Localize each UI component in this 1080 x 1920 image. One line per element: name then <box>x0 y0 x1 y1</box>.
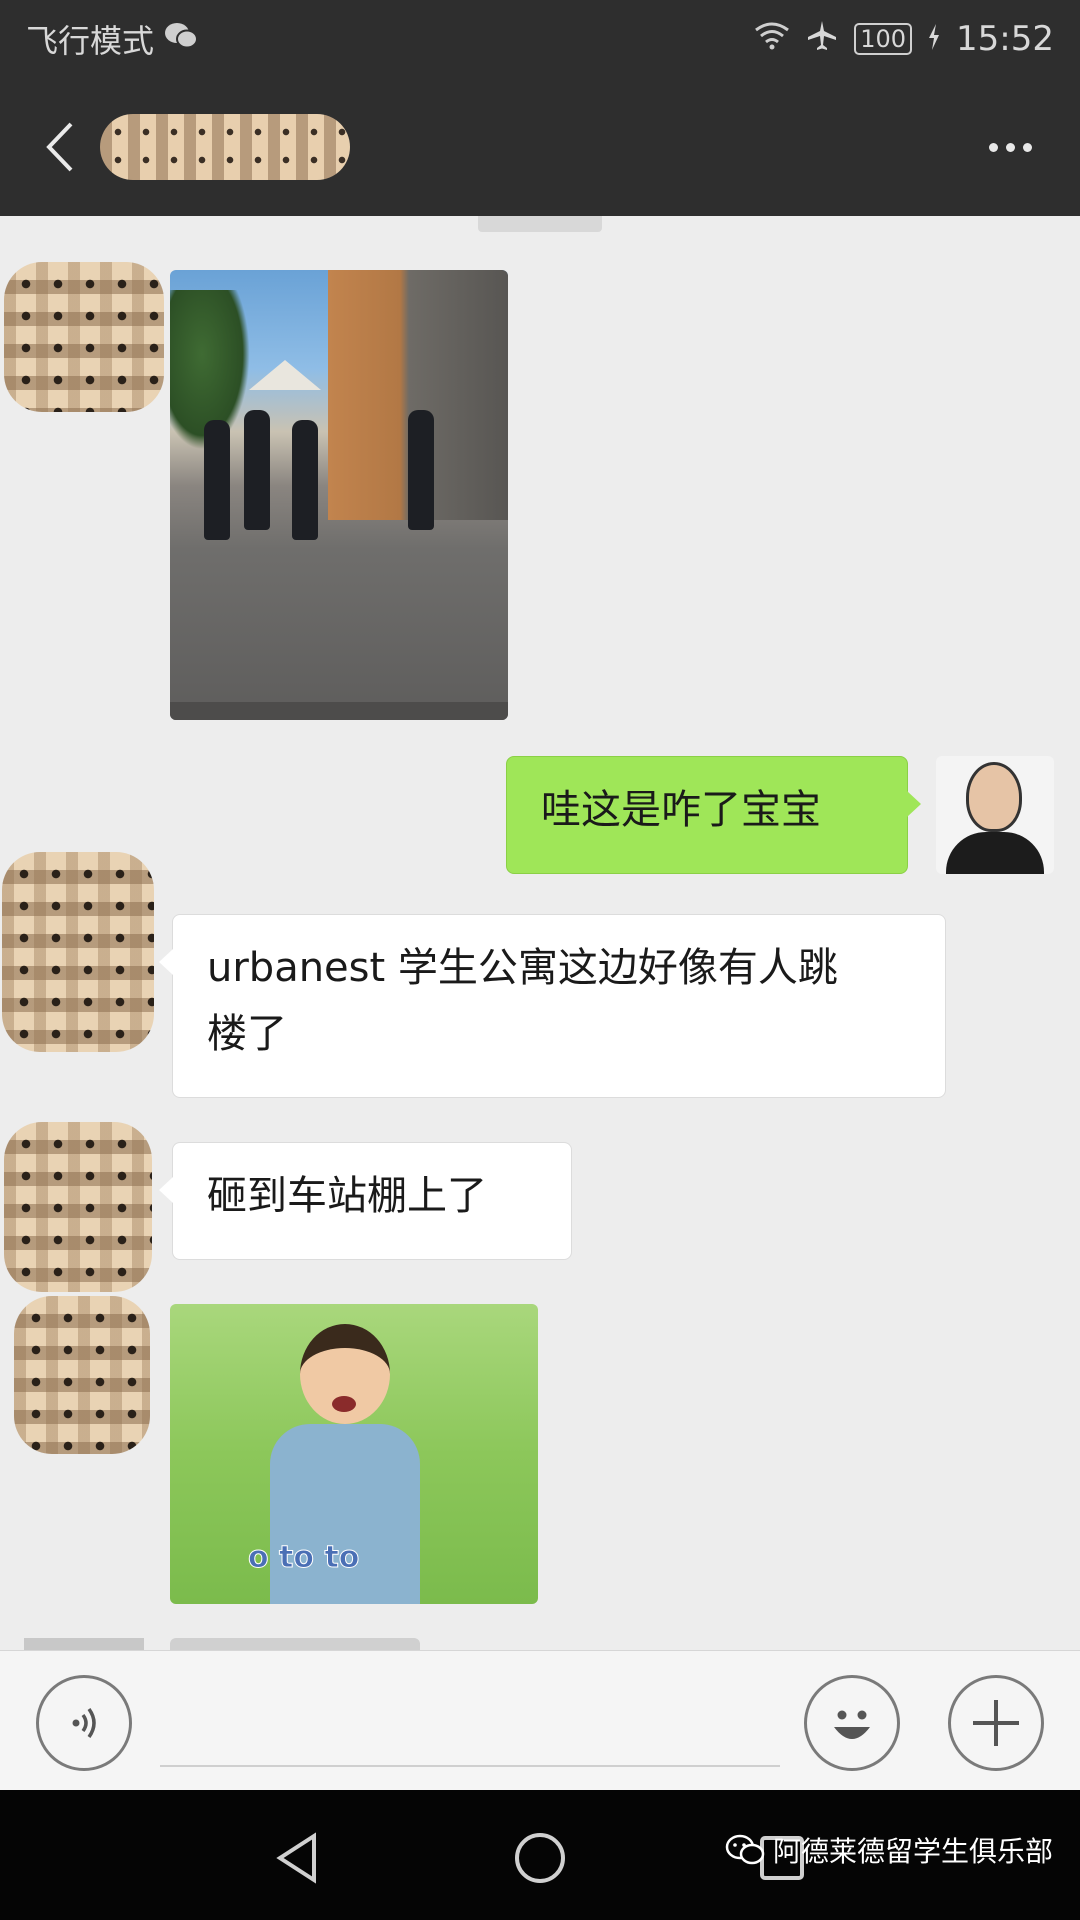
message-text: 哇这是咋了宝宝 <box>541 787 821 833</box>
avatar-me[interactable] <box>936 756 1054 874</box>
avatar-other[interactable] <box>4 262 164 412</box>
message-bubble-other[interactable]: urbanest 学生公寓这边好像有人跳 楼了 <box>159 914 946 1098</box>
sticker-kid-mouth <box>332 1396 356 1412</box>
avatar-other[interactable] <box>4 1122 152 1292</box>
emoji-icon <box>834 1710 870 1739</box>
charging-icon <box>928 20 940 58</box>
photo-officer <box>292 420 318 540</box>
photo-officer <box>244 410 270 530</box>
message-text: 砸到车站棚上了 <box>207 1173 487 1219</box>
sticker-kid-body <box>270 1424 420 1604</box>
more-dot-icon <box>988 142 998 152</box>
title-bar <box>0 78 1080 216</box>
airplane-mode-label: 飞行模式 <box>26 22 155 60</box>
more-options-button[interactable] <box>970 107 1050 187</box>
voice-button[interactable] <box>36 1675 132 1771</box>
photo-officer <box>408 410 434 530</box>
message-text-line: 楼了 <box>207 1011 287 1057</box>
avatar-other[interactable] <box>2 852 154 1052</box>
circle-home-icon <box>515 1833 565 1883</box>
timestamp-tab-partial <box>478 216 602 232</box>
clock: 15:52 <box>956 19 1054 59</box>
status-right: 100 15:52 <box>754 19 1054 59</box>
photo-officer <box>204 420 230 540</box>
status-left: 飞行模式 <box>26 16 199 62</box>
message-text-line: urbanest 学生公寓这边好像有人跳 <box>207 945 838 991</box>
battery-indicator: 100 <box>854 23 913 55</box>
input-bar <box>0 1650 1080 1790</box>
wifi-icon <box>754 20 790 58</box>
message-image-street[interactable] <box>170 270 508 720</box>
chat-area[interactable]: 哇这是咋了宝宝 urbanest 学生公寓这边好像有人跳 楼了 砸到车站棚上了 … <box>0 216 1080 1650</box>
avatar-other[interactable] <box>14 1296 150 1454</box>
more-dot-icon <box>1022 142 1032 152</box>
photo-curb <box>170 702 508 720</box>
message-input[interactable] <box>160 1763 780 1767</box>
triangle-back-icon <box>276 1832 316 1884</box>
watermark: 阿德莱德留学生俱乐部 <box>725 1830 1053 1870</box>
message-bubble-other[interactable]: 砸到车站棚上了 <box>159 1142 572 1260</box>
airplane-icon <box>806 19 838 59</box>
contact-name-blurred <box>100 114 350 180</box>
watermark-text: 阿德莱德留学生俱乐部 <box>773 1835 1054 1868</box>
message-bubble-mine[interactable]: 哇这是咋了宝宝 <box>506 756 921 874</box>
message-image-sticker[interactable]: o to to <box>170 1304 538 1604</box>
nav-home-button[interactable] <box>510 1828 570 1888</box>
avatar-head <box>966 762 1022 832</box>
voice-icon <box>72 1707 96 1739</box>
back-button[interactable] <box>30 107 90 187</box>
status-bar: 飞行模式 100 15:52 <box>0 0 1080 78</box>
avatar-body <box>946 832 1044 874</box>
emoji-button[interactable] <box>804 1675 900 1771</box>
next-message-partial <box>170 1638 420 1650</box>
next-avatar-partial <box>24 1638 144 1650</box>
sticker-caption: o to to <box>247 1540 360 1576</box>
system-nav-bar: 阿德莱德留学生俱乐部 <box>0 1790 1080 1920</box>
plus-icon <box>973 1700 1019 1746</box>
wechat-icon <box>164 20 199 58</box>
nav-back-button[interactable] <box>268 1828 328 1888</box>
more-dot-icon <box>1005 142 1015 152</box>
more-functions-button[interactable] <box>948 1675 1044 1771</box>
wechat-logo-icon <box>725 1834 765 1865</box>
photo-tent <box>249 360 321 390</box>
back-arrow-icon <box>46 122 73 172</box>
